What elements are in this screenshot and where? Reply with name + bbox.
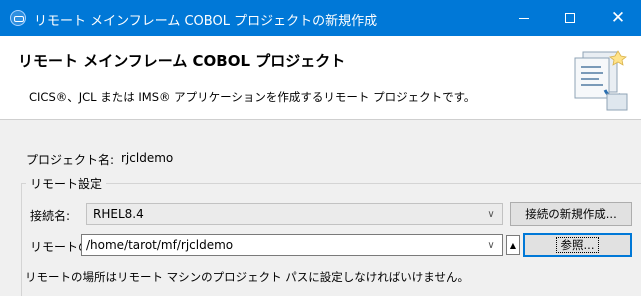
chevron-down-icon[interactable]: ∨ xyxy=(482,235,500,255)
connection-label: 接続名: xyxy=(30,209,71,223)
window-title: リモート メインフレーム COBOL プロジェクトの新規作成 xyxy=(34,14,378,29)
remote-project-wizard-icon xyxy=(574,50,628,111)
wizard-title: リモート メインフレーム COBOL プロジェクト xyxy=(18,52,346,70)
close-icon: ✕ xyxy=(610,8,626,28)
remote-location-input[interactable]: /home/tarot/mf/rjcldemo ∨ xyxy=(81,234,503,256)
maximize-icon xyxy=(565,13,575,23)
connection-select[interactable]: RHEL8.4 ∨ xyxy=(86,203,503,225)
remote-location-hint: リモートの場所はリモート マシンのプロジェクト パスに設定しなければいけません。 xyxy=(25,270,469,284)
browse-button[interactable]: 参照... xyxy=(523,233,632,257)
wizard-banner: リモート メインフレーム COBOL プロジェクト CICS®、JCL または … xyxy=(0,36,641,120)
wizard-description: CICS®、JCL または IMS® アプリケーションを作成するリモート プロジ… xyxy=(29,90,476,104)
browse-button-label: 参照... xyxy=(555,237,600,253)
remote-settings-legend: リモート設定 xyxy=(26,175,107,192)
title-bar: リモート メインフレーム COBOL プロジェクトの新規作成 ✕ xyxy=(0,0,641,36)
new-connection-button[interactable]: 接続の新規作成... xyxy=(510,202,632,226)
app-icon xyxy=(10,10,26,26)
remote-location-label: リモートの場所: xyxy=(30,240,81,254)
minimize-icon xyxy=(519,17,529,19)
chevron-down-icon[interactable]: ∨ xyxy=(482,204,500,224)
triangle-up-icon[interactable]: ▲ xyxy=(506,235,520,255)
project-name-value: rjcldemo xyxy=(121,151,174,165)
close-button[interactable]: ✕ xyxy=(595,0,641,36)
wizard-content: プロジェクト名: rjcldemo リモート設定 接続名: RHEL8.4 ∨ … xyxy=(0,121,641,296)
connection-value: RHEL8.4 xyxy=(93,207,144,221)
minimize-button[interactable] xyxy=(501,0,547,36)
maximize-button[interactable] xyxy=(547,0,593,36)
project-name-label: プロジェクト名: xyxy=(26,153,115,167)
remote-location-value: /home/tarot/mf/rjcldemo xyxy=(86,238,234,252)
